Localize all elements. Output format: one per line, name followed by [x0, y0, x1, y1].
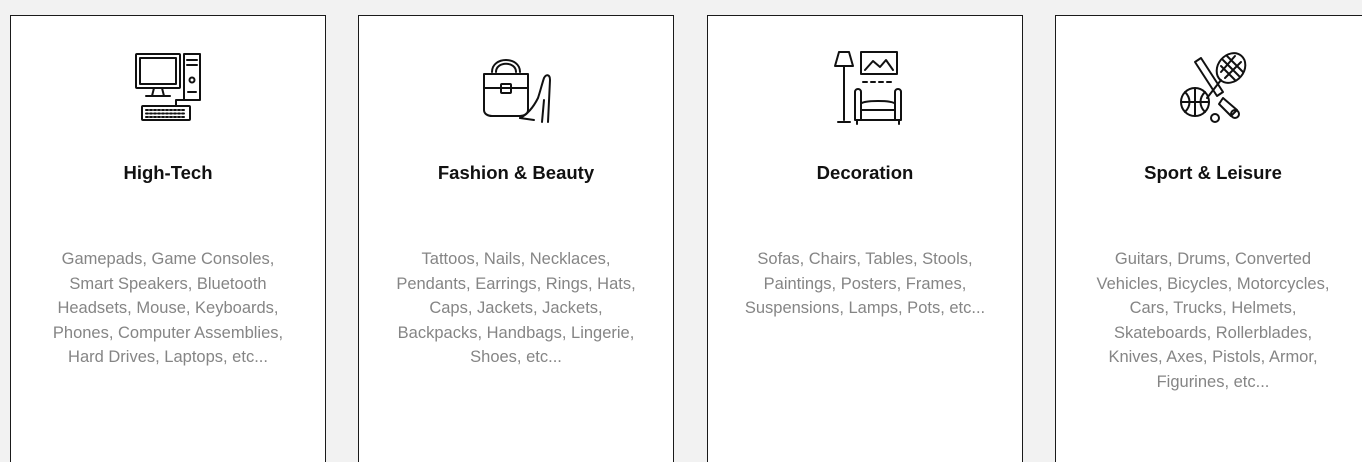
category-card-high-tech[interactable]: High-Tech Gamepads, Game Consoles, Smart…: [10, 15, 326, 462]
description-line: Skateboards, Rollerblades,: [1113, 323, 1313, 342]
category-card-decoration[interactable]: Decoration Sofas, Chairs, Tables, Stools…: [707, 15, 1023, 462]
card-title: Decoration: [816, 162, 914, 183]
category-cards: High-Tech Gamepads, Game Consoles, Smart…: [0, 0, 1362, 462]
description-line: Vehicles, Bicycles, Motorcycles,: [1096, 274, 1330, 293]
description-line: Figurines, etc...: [1156, 372, 1270, 391]
description-line: Pendants, Earrings, Rings, Hats,: [396, 274, 636, 293]
description-line: Knives, Axes, Pistols, Armor,: [1108, 348, 1318, 366]
description-line: Phones, Computer Assemblies,: [52, 323, 284, 342]
description-line: Shoes, etc...: [470, 348, 562, 366]
description-line: Gamepads, Game Consoles,: [61, 250, 275, 268]
description-line: Hard Drives, Laptops, etc...: [68, 348, 268, 366]
description-line: Sofas, Chairs, Tables, Stools,: [757, 250, 973, 268]
description-line: Tattoos, Nails, Necklaces,: [421, 250, 611, 268]
description-line: Guitars, Drums, Converted: [1114, 250, 1312, 268]
card-description: Tattoos, Nails, Necklaces, Pendants, Ear…: [369, 247, 663, 370]
card-title: Fashion & Beauty: [437, 162, 595, 183]
description-line: Smart Speakers, Bluetooth: [69, 274, 267, 293]
description-line: Backpacks, Handbags, Lingerie,: [397, 323, 635, 342]
category-card-sport-leisure[interactable]: Sport & Leisure Guitars, Drums, Converte…: [1055, 15, 1362, 462]
handbag-heel-icon: [476, 44, 556, 128]
description-line: Headsets, Mouse, Keyboards,: [57, 299, 279, 317]
sports-balls-racket-icon: [1173, 44, 1253, 128]
computer-desktop-icon: [128, 44, 208, 128]
category-card-fashion-beauty[interactable]: Fashion & Beauty Tattoos, Nails, Necklac…: [358, 15, 674, 462]
card-title: Sport & Leisure: [1144, 162, 1282, 183]
card-description: Sofas, Chairs, Tables, Stools, Paintings…: [718, 247, 1012, 321]
description-line: Caps, Jackets, Jackets,: [429, 299, 603, 317]
card-description: Guitars, Drums, Converted Vehicles, Bicy…: [1066, 247, 1360, 394]
description-line: Suspensions, Lamps, Pots, etc...: [744, 299, 986, 317]
lamp-sofa-frame-icon: [825, 44, 905, 128]
description-line: Cars, Trucks, Helmets,: [1129, 299, 1297, 317]
card-description: Gamepads, Game Consoles, Smart Speakers,…: [21, 247, 315, 370]
card-title: High-Tech: [123, 162, 213, 183]
description-line: Paintings, Posters, Frames,: [763, 274, 967, 293]
